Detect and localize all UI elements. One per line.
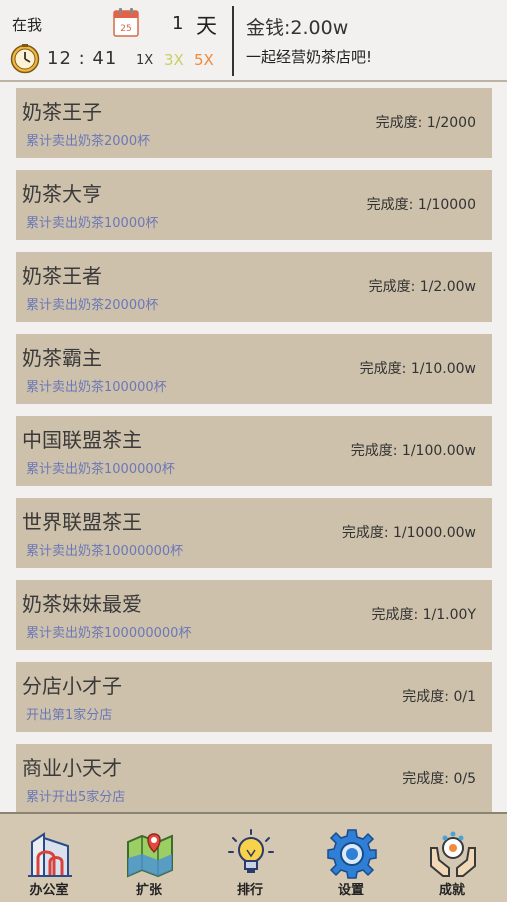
achievement-card: 中国联盟茶主 累计卖出奶茶1000000杯 完成度: 1/100.00w <box>16 416 492 486</box>
calendar-icon: 25 <box>113 8 139 37</box>
achievement-card: 分店小才子 开出第1家分店 完成度: 0/1 <box>16 662 492 732</box>
slogan-text: 一起经营奶茶店吧! <box>246 48 373 66</box>
achievement-progress: 完成度: 1/2.00w <box>368 279 476 295</box>
money-display: 金钱:2.00w <box>246 17 349 39</box>
achievement-card: 商业小天才 累计开出5家分店 完成度: 0/5 <box>16 744 492 812</box>
nav-office-label: 办公室 <box>29 883 69 898</box>
top-status-bar: 在我 25 1 天 12 : 41 1X 3X 5X 金钱:2.00w 一起经营… <box>0 0 507 82</box>
achievement-title: 奶茶妹妹最爱 <box>22 592 142 616</box>
speed-3x-button[interactable]: 3X <box>164 51 184 69</box>
nav-ranking-label: 排行 <box>236 883 263 898</box>
achievement-card: 世界联盟茶王 累计卖出奶茶10000000杯 完成度: 1/1000.00w <box>16 498 492 568</box>
achievement-title: 奶茶大亨 <box>22 182 102 206</box>
achievement-desc: 累计卖出奶茶10000杯 <box>26 216 159 231</box>
achievement-title: 分店小才子 <box>22 674 122 698</box>
nav-ranking-button[interactable]: 排行 <box>205 814 295 902</box>
achievement-hands-icon <box>430 831 476 877</box>
achievement-desc: 开出第1家分店 <box>26 708 113 723</box>
achievement-title: 商业小天才 <box>22 756 122 780</box>
achievement-title: 奶茶霸主 <box>22 346 102 370</box>
achievement-card: 奶茶王子 累计卖出奶茶2000杯 完成度: 1/2000 <box>16 88 492 158</box>
achievement-progress: 完成度: 0/5 <box>402 771 476 787</box>
achievement-progress: 完成度: 1/1000.00w <box>341 525 476 541</box>
achievement-card: 奶茶王者 累计卖出奶茶20000杯 完成度: 1/2.00w <box>16 252 492 322</box>
achievement-title: 奶茶王者 <box>22 264 102 288</box>
status-left-panel: 在我 25 1 天 12 : 41 1X 3X 5X <box>0 0 232 80</box>
office-building-icon <box>28 832 72 877</box>
speed-1x-button[interactable]: 1X <box>136 53 153 68</box>
game-clock: 12 : 41 <box>47 48 118 69</box>
achievement-card: 奶茶妹妹最爱 累计卖出奶茶100000000杯 完成度: 1/1.00Y <box>16 580 492 650</box>
nav-expand-button[interactable]: 扩张 <box>104 814 194 902</box>
achievement-card: 奶茶大亨 累计卖出奶茶10000杯 完成度: 1/10000 <box>16 170 492 240</box>
achievement-title: 世界联盟茶王 <box>22 510 142 534</box>
nav-office-button[interactable]: 办公室 <box>4 814 94 902</box>
achievement-progress: 完成度: 1/2000 <box>375 115 476 131</box>
achievement-list[interactable]: 奶茶王子 累计卖出奶茶2000杯 完成度: 1/2000 奶茶大亨 累计卖出奶茶… <box>0 82 507 812</box>
player-name: 在我 <box>12 16 43 34</box>
nav-expand-label: 扩张 <box>135 883 162 898</box>
achievement-title: 中国联盟茶主 <box>22 428 142 452</box>
achievement-progress: 完成度: 1/10.00w <box>359 361 476 377</box>
achievement-desc: 累计卖出奶茶100000杯 <box>26 380 167 395</box>
achievement-desc: 累计卖出奶茶2000杯 <box>26 134 151 149</box>
nav-achievement-label: 成就 <box>438 883 465 898</box>
achievement-progress: 完成度: 1/100.00w <box>350 443 476 459</box>
achievement-progress: 完成度: 0/1 <box>402 689 476 705</box>
achievement-progress: 完成度: 1/1.00Y <box>371 607 476 623</box>
achievement-progress: 完成度: 1/10000 <box>366 197 476 213</box>
achievement-title: 奶茶王子 <box>22 100 102 124</box>
achievement-card: 奶茶霸主 累计卖出奶茶100000杯 完成度: 1/10.00w <box>16 334 492 404</box>
speed-5x-button[interactable]: 5X <box>194 51 214 69</box>
day-count: 1 <box>172 13 184 34</box>
achievement-desc: 累计开出5家分店 <box>26 790 126 805</box>
achievement-desc: 累计卖出奶茶10000000杯 <box>26 544 184 559</box>
nav-achievement-button[interactable]: 成就 <box>407 814 497 902</box>
achievement-desc: 累计卖出奶茶20000杯 <box>26 298 159 313</box>
calendar-day-text: 25 <box>120 24 131 34</box>
nav-settings-button[interactable]: 设置 <box>306 814 396 902</box>
achievement-desc: 累计卖出奶茶100000000杯 <box>26 626 192 641</box>
gear-icon <box>327 829 377 879</box>
nav-settings-label: 设置 <box>337 883 364 898</box>
status-right-panel: 金钱:2.00w 一起经营奶茶店吧! <box>236 0 507 80</box>
header-divider <box>232 6 234 76</box>
achievement-desc: 累计卖出奶茶1000000杯 <box>26 462 175 477</box>
bottom-nav: 办公室 扩张 排行 设置 成就 <box>0 812 507 902</box>
clock-icon <box>10 44 40 74</box>
day-unit-label: 天 <box>196 14 217 38</box>
lightbulb-icon <box>228 829 274 873</box>
map-icon <box>127 833 173 878</box>
